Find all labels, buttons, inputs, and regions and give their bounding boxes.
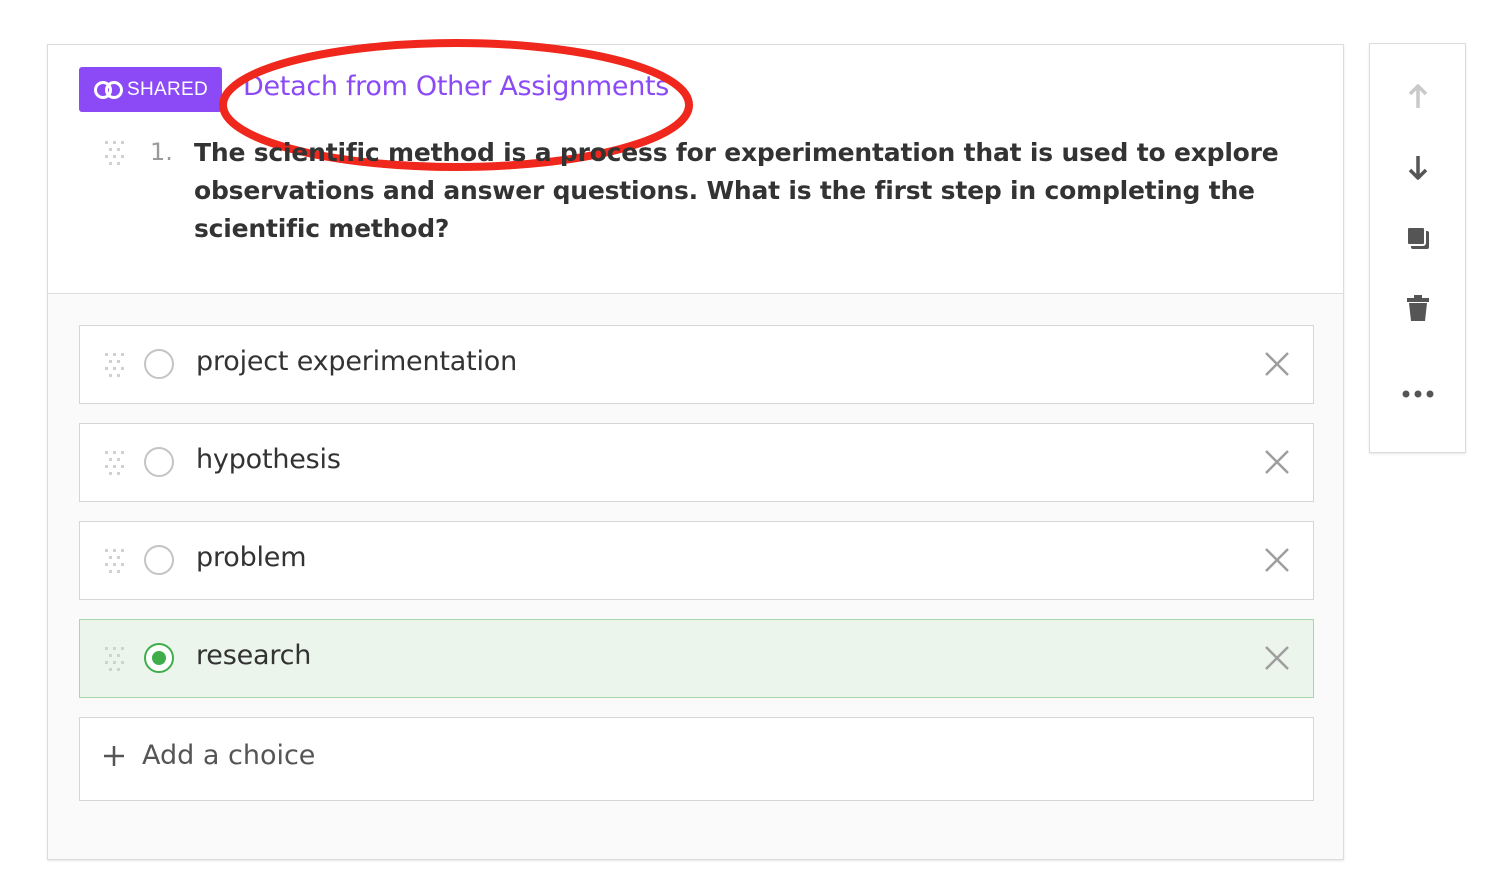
more-options-button[interactable] <box>1394 370 1442 418</box>
shared-badge-label: SHARED <box>127 78 208 100</box>
choice-drag-handle-icon[interactable] <box>104 352 124 378</box>
choice-radio[interactable] <box>144 349 174 379</box>
add-choice-label: Add a choice <box>142 740 316 771</box>
choice-radio[interactable] <box>144 545 174 575</box>
move-down-icon <box>1408 156 1428 180</box>
choice-drag-handle-icon[interactable] <box>104 548 124 574</box>
duplicate-button[interactable] <box>1394 214 1442 262</box>
detach-link[interactable]: Detach from Other Assignments <box>243 71 669 102</box>
question-number: 1. <box>150 138 173 166</box>
question-card: SHARED Detach from Other Assignments 1. … <box>47 39 1344 860</box>
add-choice-button[interactable]: Add a choice <box>79 717 1314 801</box>
choice-label[interactable]: problem <box>196 542 307 573</box>
trash-icon <box>1407 295 1429 321</box>
duplicate-icon <box>1406 226 1429 249</box>
choice-label[interactable]: research <box>196 640 311 671</box>
choice-item: project experimentation <box>79 325 1314 404</box>
question-text[interactable]: The scientific method is a process for e… <box>194 134 1294 248</box>
choice-item: problem <box>79 521 1314 600</box>
close-icon[interactable] <box>1261 642 1293 674</box>
delete-button[interactable] <box>1394 284 1442 332</box>
choice-drag-handle-icon[interactable] <box>104 646 124 672</box>
choice-radio-selected[interactable] <box>144 643 174 673</box>
plus-icon <box>104 746 124 766</box>
choice-label[interactable]: project experimentation <box>196 346 517 377</box>
choice-item-correct: research <box>79 619 1314 698</box>
question-drag-handle-icon[interactable] <box>104 140 124 166</box>
choice-item: hypothesis <box>79 423 1314 502</box>
move-down-button[interactable] <box>1394 144 1442 192</box>
question-header: SHARED Detach from Other Assignments 1. … <box>48 39 1343 294</box>
close-icon[interactable] <box>1261 544 1293 576</box>
question-toolbar <box>1369 43 1466 453</box>
link-rings-icon <box>94 80 123 99</box>
choice-radio[interactable] <box>144 447 174 477</box>
shared-badge: SHARED <box>79 67 222 112</box>
move-up-button[interactable] <box>1394 72 1442 120</box>
move-up-icon <box>1408 84 1428 108</box>
more-icon <box>1402 390 1434 398</box>
choice-label[interactable]: hypothesis <box>196 444 341 475</box>
close-icon[interactable] <box>1261 348 1293 380</box>
choice-drag-handle-icon[interactable] <box>104 450 124 476</box>
close-icon[interactable] <box>1261 446 1293 478</box>
